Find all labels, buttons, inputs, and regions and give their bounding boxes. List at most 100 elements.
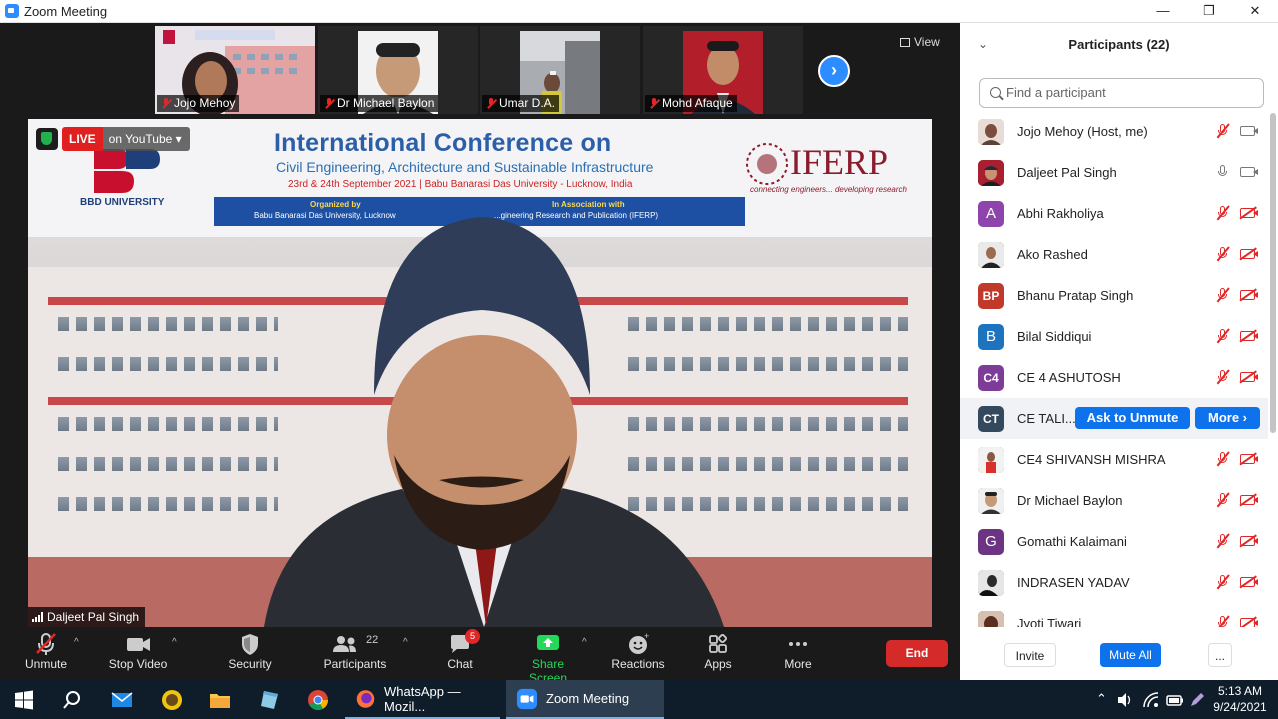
notepad-icon[interactable] [258, 688, 282, 712]
video-off-icon[interactable] [1240, 290, 1258, 300]
participant-row[interactable]: Jyoti Tiwari [960, 603, 1268, 627]
participant-row[interactable]: INDRASEN YADAV [960, 562, 1268, 603]
more-button[interactable]: More [780, 631, 816, 671]
participant-row[interactable]: C4 CE 4 ASHUTOSH [960, 357, 1268, 398]
mic-muted-icon[interactable] [1216, 288, 1228, 302]
taskbar-clock[interactable]: 5:13 AM 9/24/2021 [1208, 683, 1272, 715]
video-options-caret-icon[interactable]: ^ [172, 637, 177, 648]
minimize-button[interactable]: — [1140, 0, 1186, 23]
participant-row-hovered[interactable]: CT CE TALI... Ask to Unmute More › [960, 398, 1268, 439]
avatar: CT [978, 406, 1004, 432]
mic-icon[interactable] [1216, 165, 1228, 179]
video-off-icon[interactable] [1240, 577, 1258, 587]
participant-row[interactable]: Daljeet Pal Singh [960, 152, 1268, 193]
video-off-icon[interactable] [1240, 495, 1258, 505]
participant-row[interactable]: G Gomathi Kalaimani [960, 521, 1268, 562]
thumbnail-video[interactable]: Dr Michael Baylon [318, 26, 478, 114]
participant-row[interactable]: CE4 SHIVANSH MISHRA [960, 439, 1268, 480]
video-off-icon[interactable] [1240, 536, 1258, 546]
mute-all-button[interactable]: Mute All [1100, 643, 1161, 667]
mic-muted-icon[interactable] [1216, 534, 1228, 548]
ask-to-unmute-button[interactable]: Ask to Unmute [1075, 407, 1190, 429]
mic-muted-icon [22, 631, 70, 657]
video-camera-icon[interactable] [1240, 167, 1258, 177]
live-stream-indicator[interactable]: LIVE on YouTube ▾ [36, 127, 190, 151]
emblem-app-icon[interactable] [160, 688, 184, 712]
maximize-button[interactable]: ❐ [1186, 0, 1232, 23]
next-page-arrow-icon[interactable]: › [818, 55, 850, 87]
participants-caret-icon[interactable]: ^ [403, 637, 408, 648]
tray-chevron-icon[interactable]: ⌃ [1096, 691, 1107, 707]
panel-more-button[interactable]: ... [1208, 643, 1232, 667]
iferp-tagline: connecting engineers... developing resea… [750, 185, 907, 194]
search-icon[interactable] [60, 688, 84, 712]
mic-muted-icon[interactable] [1216, 493, 1228, 507]
mic-muted-icon[interactable] [1216, 575, 1228, 589]
collapse-chevron-icon[interactable]: ⌄ [978, 37, 988, 51]
mic-muted-icon[interactable] [1216, 124, 1228, 138]
share-options-caret-icon[interactable]: ^ [582, 637, 587, 648]
thumbnail-video[interactable]: Jojo Mehoy [155, 26, 315, 114]
share-screen-button[interactable]: Share Screen [512, 631, 584, 685]
windows-start-icon[interactable] [12, 688, 36, 712]
wifi-icon[interactable] [1142, 691, 1160, 709]
close-button[interactable]: ✕ [1232, 0, 1278, 23]
participant-name: INDRASEN YADAV [1017, 575, 1130, 590]
participant-row[interactable]: A Abhi Rakholiya [960, 193, 1268, 234]
file-explorer-icon[interactable] [208, 688, 232, 712]
mic-muted-icon[interactable] [1216, 452, 1228, 466]
encryption-shield-icon[interactable] [36, 128, 58, 150]
mic-muted-icon[interactable] [1216, 616, 1228, 627]
participant-more-button[interactable]: More › [1195, 407, 1260, 429]
avatar: B [978, 324, 1004, 350]
taskbar-zoom-meeting[interactable]: Zoom Meeting [506, 680, 664, 719]
video-off-icon[interactable] [1240, 249, 1258, 259]
firefox-icon [356, 689, 375, 708]
mic-muted-icon[interactable] [1216, 329, 1228, 343]
mic-muted-icon[interactable] [1216, 247, 1228, 261]
chrome-icon[interactable] [306, 688, 330, 712]
video-off-icon[interactable] [1240, 331, 1258, 341]
apps-button[interactable]: Apps [700, 631, 736, 671]
mic-muted-icon[interactable] [1216, 206, 1228, 220]
participant-row[interactable]: B Bilal Siddiqui [960, 316, 1268, 357]
video-off-icon[interactable] [1240, 618, 1258, 627]
mic-muted-icon[interactable] [1216, 370, 1228, 384]
participant-row[interactable]: Ako Rashed [960, 234, 1268, 275]
participant-list-scrollbar[interactable] [1270, 113, 1276, 433]
video-off-icon[interactable] [1240, 372, 1258, 382]
video-camera-icon [106, 631, 170, 657]
audio-options-caret-icon[interactable]: ^ [74, 637, 79, 648]
unmute-button[interactable]: Unmute [22, 631, 70, 671]
mail-icon[interactable] [110, 688, 134, 712]
taskbar-firefox-whatsapp[interactable]: WhatsApp — Mozil... [345, 680, 500, 719]
avatar: A [978, 201, 1004, 227]
stop-video-button[interactable]: Stop Video [106, 631, 170, 671]
live-badge[interactable]: LIVE [62, 127, 103, 151]
end-meeting-button[interactable]: End [886, 640, 948, 667]
participant-row[interactable]: Dr Michael Baylon [960, 480, 1268, 521]
participant-row[interactable]: BP Bhanu Pratap Singh [960, 275, 1268, 316]
pen-workspace-icon[interactable] [1188, 691, 1206, 709]
thumbnail-video[interactable]: Mohd Afaque [643, 26, 803, 114]
thumbnail-video[interactable]: Umar D.A. [480, 26, 640, 114]
participant-search[interactable] [979, 78, 1264, 108]
participant-row[interactable]: Jojo Mehoy (Host, me) [960, 111, 1268, 152]
security-button[interactable]: Security [226, 631, 274, 671]
reactions-button[interactable]: + Reactions [610, 631, 666, 671]
participants-button[interactable]: 22 Participants [322, 631, 388, 671]
conference-subtitle: Civil Engineering, Architecture and Sust… [276, 159, 654, 175]
participant-name: Gomathi Kalaimani [1017, 534, 1127, 549]
video-camera-icon[interactable] [1240, 126, 1258, 136]
active-speaker-video[interactable]: BBD UNIVERSITY International Conference … [28, 119, 932, 627]
battery-icon[interactable] [1166, 691, 1184, 709]
volume-icon[interactable] [1116, 691, 1134, 709]
youtube-stream-label[interactable]: on YouTube ▾ [102, 127, 190, 151]
participant-search-input[interactable] [1006, 85, 1246, 100]
video-off-icon[interactable] [1240, 208, 1258, 218]
video-off-icon[interactable] [1240, 454, 1258, 464]
view-button[interactable]: View [900, 35, 940, 49]
thumbnail-name: Mohd Afaque [662, 96, 733, 110]
invite-button[interactable]: Invite [1004, 643, 1056, 667]
participant-name: Bilal Siddiqui [1017, 329, 1092, 344]
